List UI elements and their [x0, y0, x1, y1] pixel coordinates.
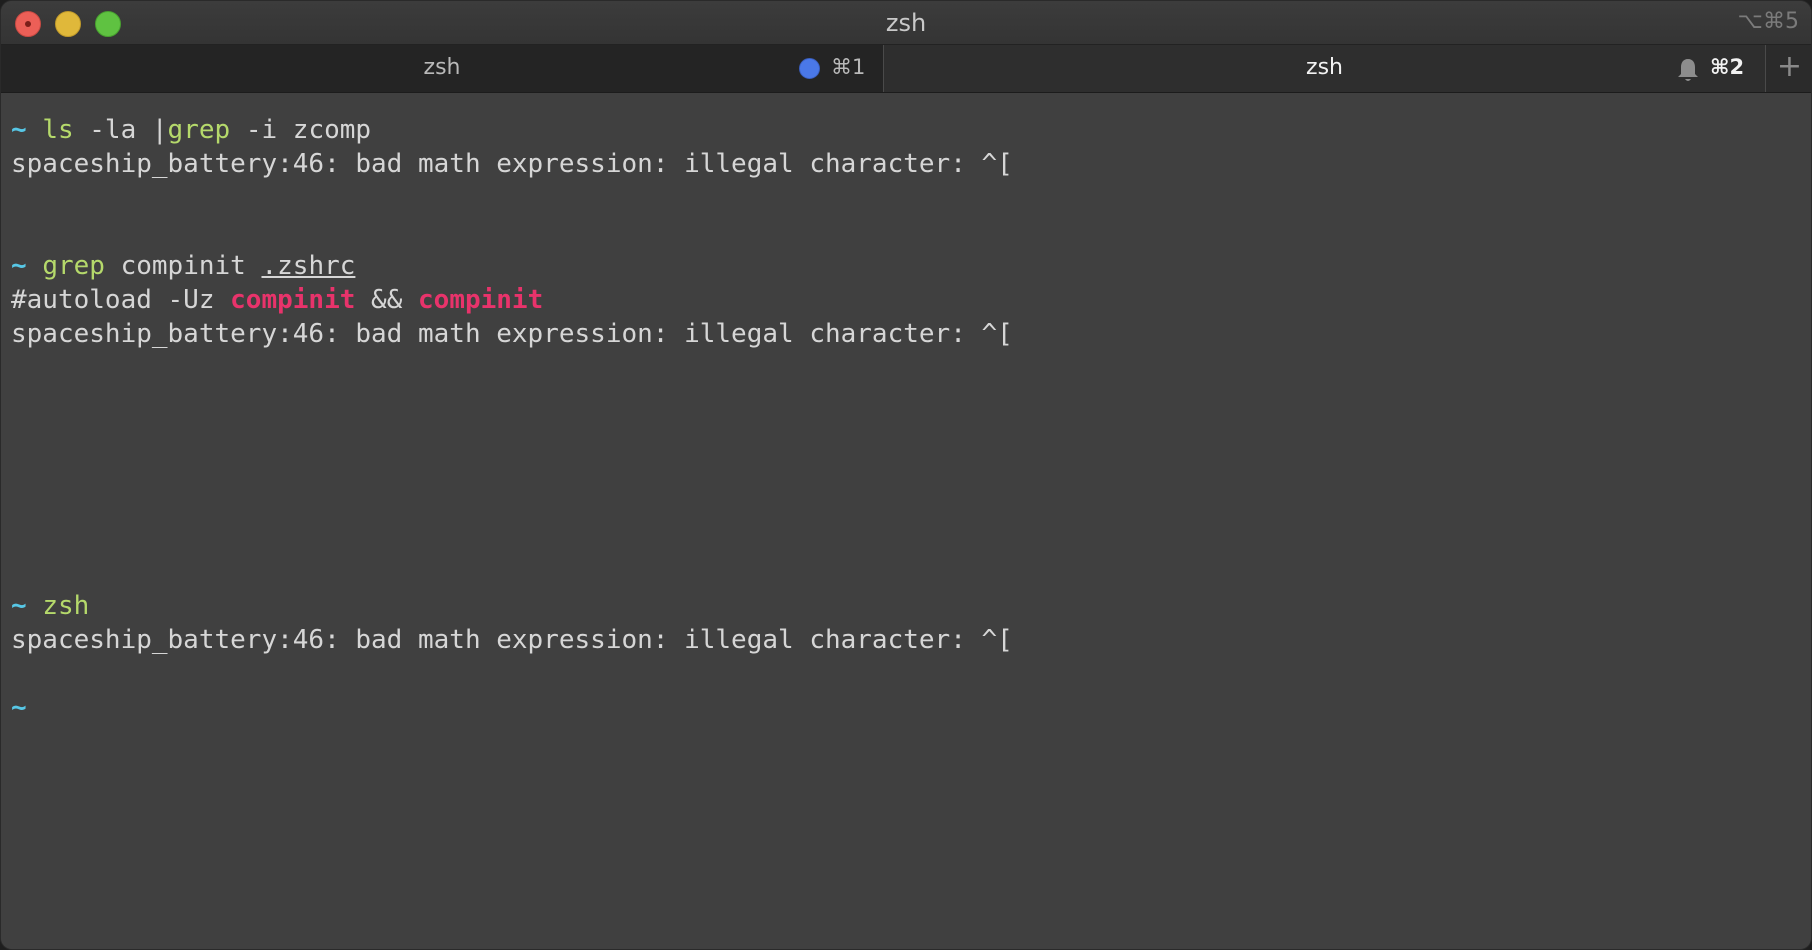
match-highlight: compinit — [230, 285, 356, 315]
tab-2[interactable]: zsh ⌘2 — [884, 45, 1766, 92]
title-bar: zsh ⌥⌘5 — [1, 1, 1811, 45]
output-text: #autoload -Uz — [11, 285, 231, 315]
bell-icon — [1678, 59, 1698, 81]
file-path: .zshrc — [261, 251, 356, 281]
prompt-symbol: ~ — [11, 115, 27, 145]
command: ls — [42, 115, 74, 145]
terminal-window: zsh ⌥⌘5 zsh ⌘1 zsh ⌘2 + ~ ls -la |grep -… — [0, 0, 1812, 950]
output-line: spaceship_battery:46: bad math expressio… — [11, 625, 1013, 655]
tab-1[interactable]: zsh ⌘1 — [1, 45, 884, 92]
tab-label: zsh — [423, 55, 461, 80]
command: zsh — [42, 591, 90, 621]
command: grep — [42, 251, 105, 281]
tab-shortcut: ⌘1 — [831, 55, 866, 79]
command-line: ~ zsh — [11, 589, 89, 623]
window-shortcut: ⌥⌘5 — [1737, 9, 1799, 34]
command-line: ~ grep compinit .zshrc — [11, 249, 355, 283]
command-line: ~ ls -la |grep -i zcomp — [11, 113, 371, 147]
output-text: && — [355, 285, 419, 315]
command-line: ~ — [11, 691, 27, 725]
prompt-symbol: ~ — [11, 251, 27, 281]
prompt-symbol: ~ — [11, 591, 27, 621]
window-title: zsh — [885, 9, 927, 37]
tab-label: zsh — [1306, 55, 1343, 80]
prompt-symbol: ~ — [11, 693, 27, 723]
output-line: spaceship_battery:46: bad math expressio… — [11, 319, 1013, 349]
command-args: compinit — [104, 251, 262, 281]
activity-dot-icon — [799, 58, 820, 79]
output-line: #autoload -Uz compinit && compinit — [11, 283, 543, 317]
command-args: -la | — [73, 115, 168, 145]
tab-bar: zsh ⌘1 zsh ⌘2 + — [1, 45, 1811, 93]
output-line: spaceship_battery:46: bad math expressio… — [11, 149, 1013, 179]
tab-shortcut: ⌘2 — [1710, 55, 1745, 79]
command: grep — [167, 115, 231, 145]
command-args: -i zcomp — [230, 115, 372, 145]
new-tab-button[interactable]: + — [1766, 45, 1811, 92]
match-highlight: compinit — [418, 285, 544, 315]
terminal-content[interactable]: ~ ls -la |grep -i zcomp spaceship_batter… — [1, 93, 1811, 949]
